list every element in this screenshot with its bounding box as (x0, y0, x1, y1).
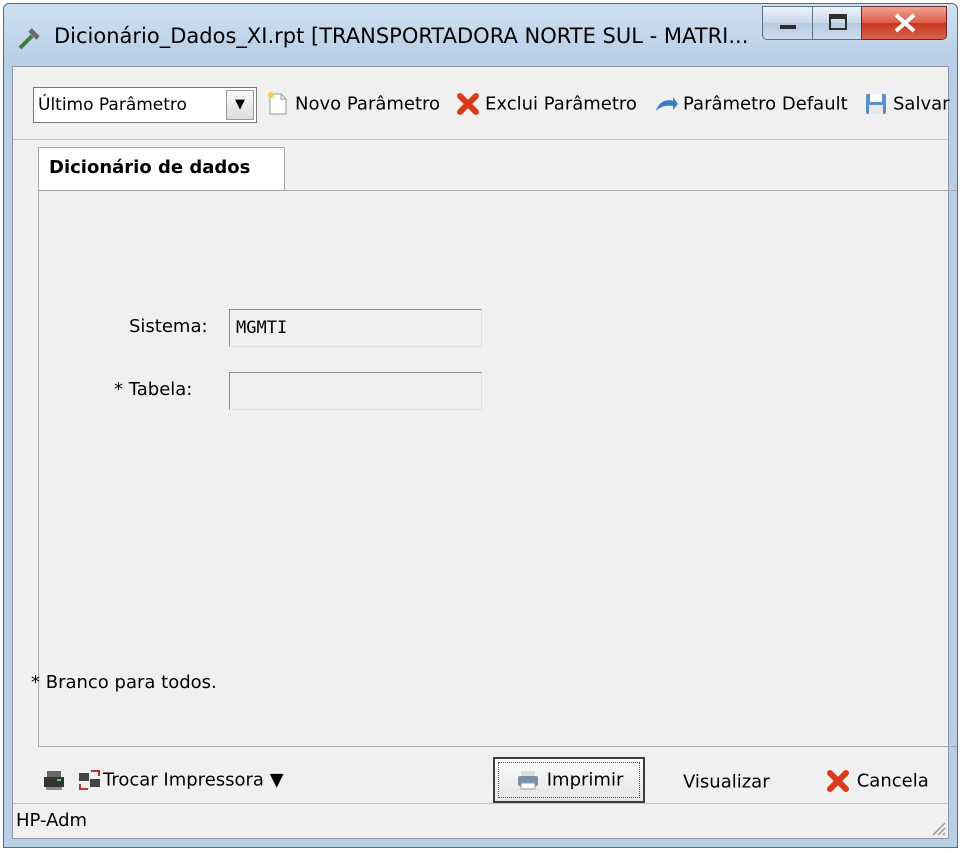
sistema-input[interactable] (230, 310, 481, 346)
printer-icon (518, 771, 538, 790)
chevron-down-icon[interactable]: ▼ (226, 90, 254, 120)
parameter-select-value: Último Parâmetro (38, 95, 187, 115)
imprimir-content: Imprimir (515, 767, 623, 793)
minimize-button[interactable] (762, 6, 813, 40)
app-icon (18, 28, 40, 50)
dialog-client: Último Parâmetro ▼ Novo Parâmetro Exclui… (12, 66, 957, 839)
trocar-impressora-button[interactable]: Trocar Impressora ▼ (77, 767, 284, 793)
tab-dicionario-de-dados[interactable]: Dicionário de dados (38, 147, 285, 191)
sistema-field[interactable] (229, 309, 482, 347)
blank-note: * Branco para todos. (31, 672, 217, 693)
default-parameter-button[interactable]: Parâmetro Default (653, 91, 848, 121)
tabela-label: * Tabela: (114, 379, 193, 400)
maximize-button[interactable] (812, 6, 862, 40)
floppy-disk-icon (866, 94, 886, 114)
tabela-input[interactable] (230, 373, 481, 409)
cancel-x-icon (827, 770, 849, 792)
tabela-field[interactable] (229, 372, 482, 410)
new-document-icon (268, 92, 287, 115)
cancela-button[interactable]: Cancela (825, 768, 929, 794)
minimize-icon (780, 25, 796, 29)
status-printer-name: HP-Adm (16, 810, 88, 831)
close-button[interactable] (861, 6, 947, 40)
new-parameter-button[interactable]: Novo Parâmetro (265, 91, 440, 121)
visualizar-button[interactable]: Visualizar (683, 771, 770, 793)
toolbar: Último Parâmetro ▼ Novo Parâmetro Exclui… (13, 67, 950, 140)
delete-x-icon (457, 93, 479, 115)
sistema-label: Sistema: (129, 316, 208, 337)
maximize-icon (829, 14, 847, 30)
printer-icon (44, 771, 64, 790)
app-window: Dicionário_Dados_XI.rpt [TRANSPORTADORA … (3, 3, 958, 848)
status-bar: HP-Adm (13, 803, 948, 838)
title-bar[interactable]: Dicionário_Dados_XI.rpt [TRANSPORTADORA … (4, 4, 957, 66)
chevron-down-icon[interactable]: ▼ (270, 770, 284, 791)
window-title: Dicionário_Dados_XI.rpt [TRANSPORTADORA … (54, 24, 749, 48)
imprimir-button[interactable]: Imprimir (493, 757, 645, 803)
close-icon (894, 13, 916, 33)
swap-printer-icon (79, 770, 100, 790)
save-button[interactable]: Salvar (863, 91, 950, 121)
resize-grip-icon[interactable] (928, 818, 946, 836)
printer-select-button[interactable] (41, 767, 67, 793)
delete-parameter-button[interactable]: Exclui Parâmetro (455, 91, 637, 121)
default-arrow-icon (656, 97, 678, 111)
tab-page: Sistema: * Tabela: (38, 190, 957, 747)
tab-label: Dicionário de dados (49, 157, 251, 178)
bottom-bar: Trocar Impressora ▼ Imprimir Visualizar … (13, 757, 948, 805)
parameter-select[interactable]: Último Parâmetro ▼ (33, 87, 257, 123)
